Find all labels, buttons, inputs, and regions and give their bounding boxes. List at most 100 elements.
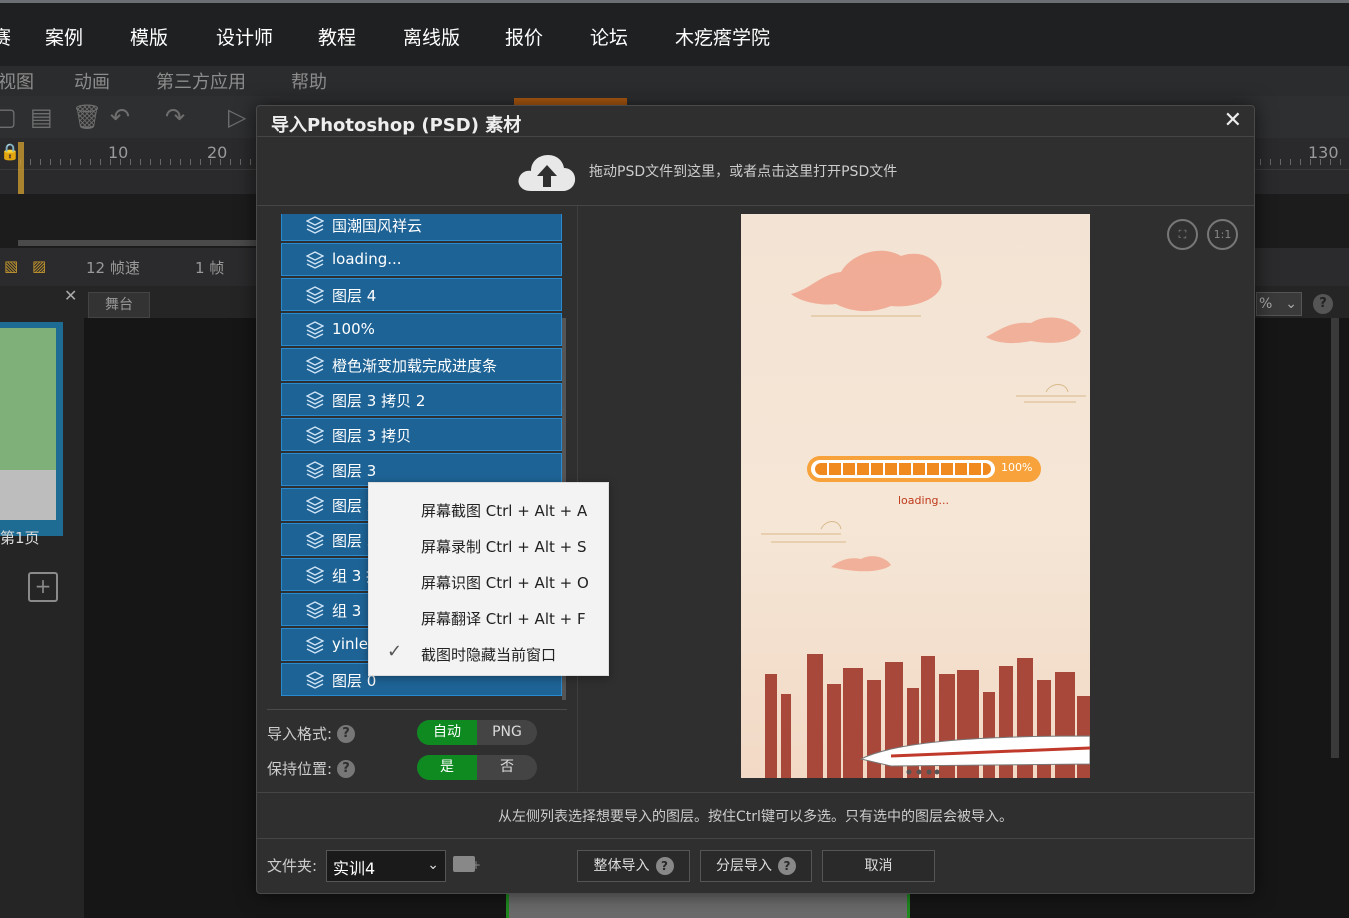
import-format-toggle[interactable]: 自动 PNG — [417, 720, 537, 745]
menu-animation[interactable]: 动画 — [74, 68, 110, 94]
menu-view[interactable]: 视图 — [0, 68, 34, 94]
add-page-button[interactable]: + — [28, 572, 58, 602]
nav-item-contest[interactable]: 赛 — [0, 23, 11, 50]
top-nav: 赛 案例 模版 设计师 教程 离线版 报价 论坛 木疙瘩学院 — [0, 0, 1349, 66]
loading-text: loading... — [898, 494, 950, 507]
divider — [257, 792, 1254, 793]
psd-preview: 100% loading... — [741, 214, 1090, 778]
layer-name: 国潮国风祥云 — [332, 217, 423, 235]
layer-item[interactable]: 图层 3 拷贝 — [281, 418, 562, 451]
keep-position-toggle[interactable]: 是 否 — [417, 755, 537, 780]
keep-position-help-icon[interactable]: ? — [337, 760, 355, 778]
layer-item[interactable]: 国潮国风祥云 — [281, 214, 562, 241]
layer-item[interactable]: loading... — [281, 243, 562, 276]
nav-item-pricing[interactable]: 报价 — [505, 23, 543, 50]
import-format-help-icon[interactable]: ? — [337, 725, 355, 743]
import-format-auto[interactable]: 自动 — [417, 720, 477, 745]
layer-name: yinle — [332, 635, 368, 653]
page-preview-top — [0, 328, 56, 470]
layer-item[interactable]: 100% — [281, 313, 562, 346]
layers-icon — [306, 461, 324, 479]
menu-help[interactable]: 帮助 — [291, 68, 327, 94]
selection-hint: 从左侧列表选择想要导入的图层。按住Ctrl键可以多选。只有选中的图层会被导入。 — [498, 809, 1013, 825]
menu-item-label: 屏幕截图 Ctrl + Alt + A — [421, 502, 588, 520]
actual-size-button[interactable]: 1:1 — [1207, 219, 1238, 250]
delete-icon[interactable]: 🗑 — [72, 104, 102, 130]
nav-item-forum[interactable]: 论坛 — [590, 23, 628, 50]
redo-icon[interactable]: ↷ — [165, 104, 185, 130]
menu-item-label: 截图时隐藏当前窗口 — [421, 646, 557, 664]
import-format-label: 导入格式: — [267, 725, 333, 743]
cityscape-illustration — [765, 654, 1090, 778]
help-icon[interactable]: ? — [655, 857, 674, 875]
zoom-select[interactable]: % ⌄ — [1256, 292, 1302, 316]
stage-page-edge — [506, 894, 910, 918]
divider — [257, 205, 1254, 206]
cloud-upload-icon — [518, 155, 576, 191]
cancel-button[interactable]: 取消 — [822, 850, 935, 882]
menu-item-screenshot[interactable]: 屏幕截图 Ctrl + Alt + A — [369, 491, 610, 527]
nav-item-academy[interactable]: 木疙瘩学院 — [675, 23, 770, 50]
layer-item[interactable]: 橙色渐变加载完成进度条 — [281, 348, 562, 381]
nav-item-templates[interactable]: 模版 — [130, 23, 168, 50]
menu-item-screen-ocr[interactable]: 屏幕识图 Ctrl + Alt + O — [369, 563, 610, 599]
nav-item-designers[interactable]: 设计师 — [216, 23, 273, 50]
layer-name: 图层 3 — [332, 462, 377, 480]
new-folder-icon[interactable] — [453, 856, 481, 872]
menu-item-label: 屏幕录制 Ctrl + Alt + S — [421, 538, 587, 556]
dialog-close-button[interactable]: ✕ — [1224, 108, 1242, 133]
layers-icon — [306, 216, 324, 234]
layers-icon — [306, 426, 324, 444]
timeline-scrollbar[interactable] — [18, 240, 258, 246]
nav-item-offline[interactable]: 离线版 — [403, 23, 460, 50]
cloud-decoration — [1016, 384, 1086, 403]
import-all-label: 整体导入 — [593, 858, 650, 874]
layer-item[interactable]: 图层 4 — [281, 278, 562, 311]
play-icon[interactable]: ▷ — [228, 104, 246, 130]
lock-icon[interactable]: 🔒 — [0, 142, 20, 161]
nav-item-cases[interactable]: 案例 — [45, 23, 83, 50]
onion-skin-icon[interactable]: ▧ — [4, 257, 18, 275]
page-preview-bottom — [0, 470, 56, 520]
frame-settings-icon[interactable]: ▨ — [32, 257, 46, 275]
copy-icon[interactable]: ▢ — [0, 104, 17, 130]
frame-count-label: 1 帧 — [195, 259, 225, 277]
psd-drop-zone[interactable]: 拖动PSD文件到这里，或者点击这里打开PSD文件 — [257, 137, 1254, 205]
pages-panel: ✕ 第1页 + — [0, 286, 84, 918]
import-all-button[interactable]: 整体导入? — [577, 850, 690, 882]
zoom-value: % — [1259, 296, 1273, 312]
folder-label: 文件夹: — [267, 857, 318, 875]
ruler-label: 10 — [108, 143, 129, 162]
close-icon[interactable]: ✕ — [64, 286, 77, 305]
stage-scrollbar[interactable] — [1331, 318, 1339, 758]
nav-item-tutorials[interactable]: 教程 — [318, 23, 356, 50]
chevron-down-icon: ⌄ — [427, 857, 439, 873]
context-menu: 屏幕截图 Ctrl + Alt + A 屏幕录制 Ctrl + Alt + S … — [368, 482, 609, 676]
menu-item-screen-translate[interactable]: 屏幕翻译 Ctrl + Alt + F — [369, 599, 610, 635]
keep-position-label: 保持位置: — [267, 760, 333, 778]
menu-item-screen-record[interactable]: 屏幕录制 Ctrl + Alt + S — [369, 527, 610, 563]
tab-stage[interactable]: 舞台 — [88, 292, 150, 318]
page-thumbnail[interactable]: 第1页 — [0, 322, 63, 547]
layers-icon — [306, 636, 324, 654]
import-format-png[interactable]: PNG — [477, 720, 537, 745]
layers-icon — [306, 671, 324, 689]
layers-icon — [306, 566, 324, 584]
help-icon[interactable]: ? — [1313, 294, 1333, 314]
paste-icon[interactable]: ▤ — [30, 104, 53, 130]
layer-item[interactable]: 图层 3 拷贝 2 — [281, 383, 562, 416]
keep-position-no[interactable]: 否 — [477, 755, 537, 780]
keep-position-yes[interactable]: 是 — [417, 755, 477, 780]
menu-third-party[interactable]: 第三方应用 — [156, 68, 246, 94]
menu-item-hide-window[interactable]: ✓ 截图时隐藏当前窗口 — [369, 635, 610, 671]
layer-name: 橙色渐变加载完成进度条 — [332, 357, 498, 375]
fit-view-button[interactable]: ⛶ — [1167, 219, 1198, 250]
playhead[interactable] — [18, 142, 24, 194]
folder-select[interactable]: 实训4 ⌄ — [326, 850, 446, 882]
divider — [267, 709, 567, 710]
layers-icon — [306, 286, 324, 304]
layer-name: loading... — [332, 250, 402, 268]
import-layers-button[interactable]: 分层导入? — [700, 850, 812, 882]
undo-icon[interactable]: ↶ — [110, 104, 130, 130]
help-icon[interactable]: ? — [778, 857, 796, 875]
